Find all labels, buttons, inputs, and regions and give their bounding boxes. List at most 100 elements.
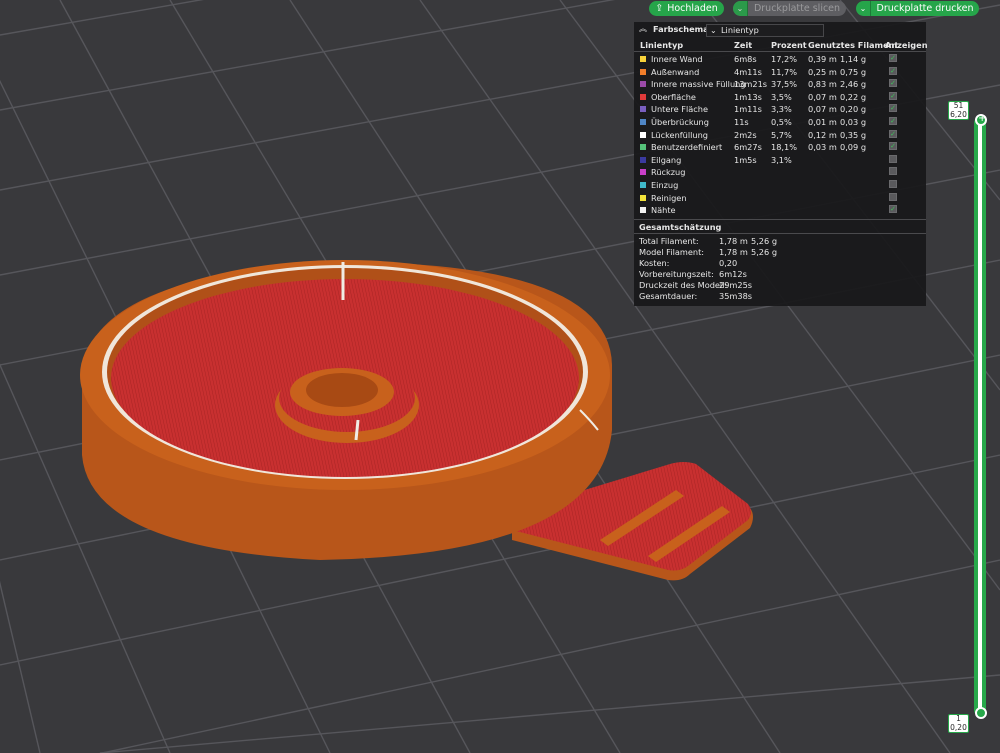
- line-type-time: 1m11s: [734, 104, 762, 115]
- line-type-name: Lückenfüllung: [651, 129, 708, 140]
- color-scheme-value: Linientyp: [721, 25, 759, 35]
- legend-row: Benutzerdefiniert 6m27s 18,1% 0,03 m 0,09 g ✓: [634, 141, 926, 154]
- visibility-checkbox[interactable]: ✓: [889, 104, 897, 113]
- layer-slider-range: [978, 124, 982, 709]
- legend-row: Innere Wand 6m8s 17,2% 0,39 m 1,14 g ✓: [634, 53, 926, 66]
- visibility-checkbox[interactable]: ✓: [889, 66, 897, 75]
- visibility-checkbox[interactable]: [889, 167, 897, 176]
- collapse-icon[interactable]: ︽: [639, 23, 647, 34]
- line-type-time: 2m2s: [734, 129, 757, 140]
- line-type-percent: 5,7%: [771, 129, 792, 140]
- line-type-time: 1m13s: [734, 91, 762, 102]
- line-type-name: Untere Fläche: [651, 104, 708, 115]
- divider: [634, 233, 926, 234]
- visibility-checkbox[interactable]: ✓: [889, 205, 897, 214]
- line-type-name: Rückzug: [651, 167, 686, 178]
- visibility-checkbox[interactable]: ✓: [889, 79, 897, 88]
- visibility-checkbox[interactable]: ✓: [889, 129, 897, 138]
- visibility-checkbox[interactable]: [889, 154, 897, 163]
- color-swatch: [640, 131, 646, 138]
- line-type-time: 6m8s: [734, 54, 757, 64]
- check-icon: ✓: [890, 142, 896, 151]
- legend-row: Innere massive Füllung 13m21s 37,5% 0,83 m2…: [634, 78, 926, 91]
- top-layer-label: 51 6,20: [948, 101, 969, 120]
- legend-row: Nähte ✓: [634, 204, 926, 217]
- column-header-percent: Prozent: [771, 40, 807, 50]
- legend-row: Untere Fläche 1m11s 3,3% 0,07 m 0,20 g ✓: [634, 103, 926, 116]
- divider: [634, 51, 926, 52]
- line-type-time: 1m5s: [734, 154, 757, 165]
- line-type-name: Eilgang: [651, 154, 682, 165]
- check-icon: ✓: [890, 104, 896, 113]
- column-header-linetype: Linientyp: [640, 40, 684, 50]
- chevron-down-icon: ⌄: [710, 26, 717, 35]
- line-type-grams: 1,14 g: [840, 54, 867, 64]
- chevron-down-icon[interactable]: ⌄: [733, 1, 748, 16]
- estimate-value: 1,78 m: [719, 247, 748, 257]
- color-scheme-select[interactable]: ⌄ Linientyp: [706, 24, 824, 37]
- line-type-meters: 0,25 m: [808, 66, 837, 77]
- estimate-row: Gesamtdauer: 35m38s: [639, 291, 919, 302]
- visibility-checkbox[interactable]: ✓: [889, 142, 897, 151]
- line-type-percent: 0,5%: [771, 117, 792, 127]
- line-type-grams: 2,46 g: [840, 79, 867, 90]
- check-icon: ✓: [890, 205, 896, 214]
- line-type-time: 4m11s: [734, 66, 762, 77]
- color-swatch: [640, 93, 646, 100]
- visibility-checkbox[interactable]: ✓: [889, 54, 897, 62]
- color-swatch: [640, 68, 646, 75]
- line-type-name: Innere Wand: [651, 54, 703, 64]
- upload-button[interactable]: ⇪ Hochladen: [649, 1, 724, 16]
- line-type-grams: 0,09 g: [840, 142, 867, 153]
- color-swatch: [640, 81, 646, 88]
- estimate-row: Druckzeit des Modell: 29m25s: [639, 280, 919, 291]
- estimate-title: Gesamtschätzung: [639, 222, 722, 232]
- line-type-name: Benutzerdefiniert: [651, 142, 723, 153]
- column-header-time: Zeit: [734, 40, 753, 50]
- check-icon: ✓: [890, 79, 896, 88]
- color-swatch: [640, 156, 646, 163]
- line-type-percent: 17,2%: [771, 54, 798, 64]
- legend-header[interactable]: ︽ Farbschema ⌄ Linientyp: [634, 22, 926, 37]
- slice-plate-button[interactable]: ⌄ Druckplatte slicen: [733, 1, 846, 16]
- legend-panel: ︽ Farbschema ⌄ Linientyp Linientyp Zeit …: [634, 22, 928, 306]
- color-swatch: [640, 194, 646, 201]
- divider: [634, 219, 926, 220]
- chevron-down-icon[interactable]: ⌄: [856, 1, 871, 16]
- line-type-meters: 0,01 m: [808, 117, 837, 127]
- line-type-grams: 0,22 g: [840, 91, 867, 102]
- estimate-value: 6m12s: [719, 269, 747, 279]
- color-swatch: [640, 169, 646, 176]
- visibility-checkbox[interactable]: [889, 192, 897, 201]
- line-type-name: Außenwand: [651, 66, 700, 77]
- line-type-name: Einzug: [651, 180, 679, 190]
- sliced-model[interactable]: [80, 260, 753, 581]
- visibility-checkbox[interactable]: [889, 180, 897, 188]
- estimate-label: Kosten:: [639, 258, 670, 268]
- estimate-label: Druckzeit des Modell:: [639, 280, 728, 290]
- visibility-checkbox[interactable]: ✓: [889, 117, 897, 125]
- line-type-grams: 0,03 g: [840, 117, 867, 127]
- line-type-meters: 0,12 m: [808, 129, 837, 140]
- color-swatch: [640, 144, 646, 151]
- upload-label: Hochladen: [667, 3, 718, 14]
- estimate-label: Vorbereitungszeit:: [639, 269, 714, 279]
- print-plate-label: Druckplatte drucken: [876, 3, 974, 14]
- visibility-checkbox[interactable]: ✓: [889, 91, 897, 100]
- legend-row: Reinigen: [634, 192, 926, 205]
- bottom-layer-height: 0,20: [950, 722, 967, 732]
- upload-icon: ⇪: [655, 3, 664, 14]
- line-type-percent: 37,5%: [771, 79, 798, 90]
- line-type-name: Oberfläche: [651, 91, 696, 102]
- check-icon: ✓: [890, 91, 896, 100]
- layer-slider-top-handle[interactable]: [975, 113, 987, 126]
- line-type-name: Reinigen: [651, 192, 687, 203]
- print-plate-button[interactable]: ⌄ Druckplatte drucken: [856, 1, 979, 16]
- layer-slider-bottom-handle[interactable]: [975, 707, 987, 719]
- line-type-name: Nähte: [651, 205, 676, 216]
- check-icon: ✓: [890, 129, 896, 138]
- line-type-meters: 0,07 m: [808, 91, 837, 102]
- slice-plate-label: Druckplatte slicen: [753, 3, 841, 14]
- line-type-percent: 18,1%: [771, 142, 798, 153]
- line-type-meters: 0,07 m: [808, 104, 837, 115]
